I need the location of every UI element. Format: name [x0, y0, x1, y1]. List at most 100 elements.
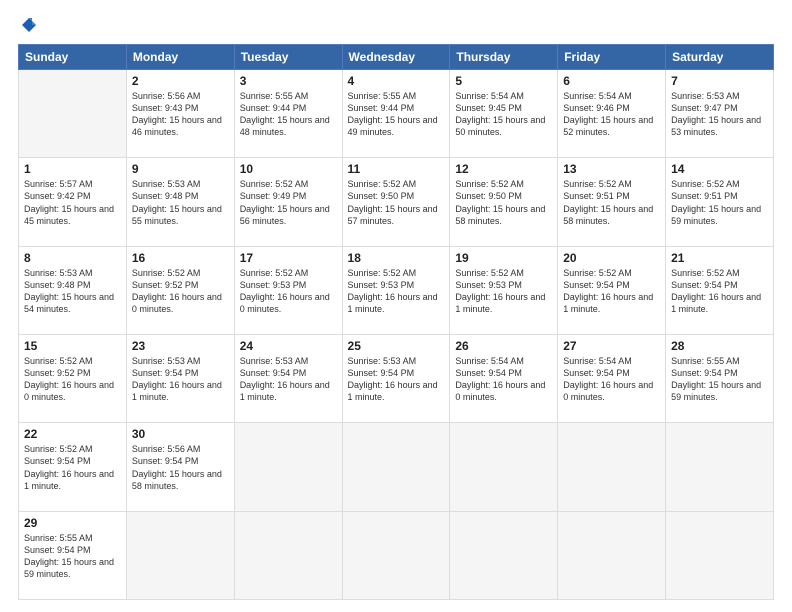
- calendar-day-cell: [19, 70, 127, 158]
- calendar-day-cell: 23Sunrise: 5:53 AMSunset: 9:54 PMDayligh…: [126, 334, 234, 422]
- calendar-day-cell: 8Sunrise: 5:53 AMSunset: 9:48 PMDaylight…: [19, 246, 127, 334]
- calendar-day-cell: 18Sunrise: 5:52 AMSunset: 9:53 PMDayligh…: [342, 246, 450, 334]
- day-info: Sunrise: 5:55 AMSunset: 9:54 PMDaylight:…: [24, 532, 121, 581]
- day-number: 5: [455, 74, 552, 88]
- day-info: Sunrise: 5:57 AMSunset: 9:42 PMDaylight:…: [24, 178, 121, 227]
- day-info: Sunrise: 5:52 AMSunset: 9:50 PMDaylight:…: [455, 178, 552, 227]
- day-info: Sunrise: 5:52 AMSunset: 9:51 PMDaylight:…: [671, 178, 768, 227]
- day-number: 15: [24, 339, 121, 353]
- day-info: Sunrise: 5:52 AMSunset: 9:53 PMDaylight:…: [348, 267, 445, 316]
- calendar-day-cell: 6 Sunrise: 5:54 AMSunset: 9:46 PMDaylight…: [558, 70, 666, 158]
- day-info: Sunrise: 5:54 AMSunset: 9:54 PMDaylight:…: [455, 355, 552, 404]
- day-info: Sunrise: 5:52 AMSunset: 9:49 PMDaylight:…: [240, 178, 337, 227]
- day-number: 22: [24, 427, 121, 441]
- day-info: Sunrise: 5:53 AMSunset: 9:54 PMDaylight:…: [348, 355, 445, 404]
- calendar-header-cell: Wednesday: [342, 45, 450, 70]
- calendar-week-row: 8Sunrise: 5:53 AMSunset: 9:48 PMDaylight…: [19, 246, 774, 334]
- calendar-day-cell: 25 Sunrise: 5:53 AMSunset: 9:54 PMDayligh…: [342, 334, 450, 422]
- calendar-header-cell: Saturday: [666, 45, 774, 70]
- day-number: 17: [240, 251, 337, 265]
- calendar-day-cell: 15Sunrise: 5:52 AMSunset: 9:52 PMDayligh…: [19, 334, 127, 422]
- calendar-day-cell: 14 Sunrise: 5:52 AMSunset: 9:51 PMDayligh…: [666, 158, 774, 246]
- day-number: 3: [240, 74, 337, 88]
- day-info: Sunrise: 5:53 AMSunset: 9:48 PMDaylight:…: [24, 267, 121, 316]
- calendar-day-cell: [234, 423, 342, 511]
- page: SundayMondayTuesdayWednesdayThursdayFrid…: [0, 0, 792, 612]
- day-number: 24: [240, 339, 337, 353]
- calendar-day-cell: 28 Sunrise: 5:55 AMSunset: 9:54 PMDayligh…: [666, 334, 774, 422]
- calendar-day-cell: 2Sunrise: 5:56 AMSunset: 9:43 PMDaylight…: [126, 70, 234, 158]
- day-info: Sunrise: 5:52 AMSunset: 9:53 PMDaylight:…: [240, 267, 337, 316]
- calendar-day-cell: 26 Sunrise: 5:54 AMSunset: 9:54 PMDayligh…: [450, 334, 558, 422]
- day-number: 6: [563, 74, 660, 88]
- header: [18, 16, 774, 34]
- day-info: Sunrise: 5:53 AMSunset: 9:48 PMDaylight:…: [132, 178, 229, 227]
- day-info: Sunrise: 5:52 AMSunset: 9:50 PMDaylight:…: [348, 178, 445, 227]
- day-info: Sunrise: 5:52 AMSunset: 9:51 PMDaylight:…: [563, 178, 660, 227]
- calendar-day-cell: 9 Sunrise: 5:53 AMSunset: 9:48 PMDaylight…: [126, 158, 234, 246]
- day-number: 29: [24, 516, 121, 530]
- day-info: Sunrise: 5:54 AMSunset: 9:45 PMDaylight:…: [455, 90, 552, 139]
- day-info: Sunrise: 5:53 AMSunset: 9:47 PMDaylight:…: [671, 90, 768, 139]
- calendar-day-cell: [126, 511, 234, 599]
- day-number: 20: [563, 251, 660, 265]
- day-number: 25: [348, 339, 445, 353]
- calendar-day-cell: 4Sunrise: 5:55 AMSunset: 9:44 PMDaylight…: [342, 70, 450, 158]
- day-info: Sunrise: 5:55 AMSunset: 9:44 PMDaylight:…: [240, 90, 337, 139]
- day-number: 21: [671, 251, 768, 265]
- calendar-day-cell: [558, 423, 666, 511]
- calendar-day-cell: 27 Sunrise: 5:54 AMSunset: 9:54 PMDayligh…: [558, 334, 666, 422]
- day-number: 28: [671, 339, 768, 353]
- calendar-day-cell: [342, 423, 450, 511]
- day-number: 13: [563, 162, 660, 176]
- calendar-day-cell: 19 Sunrise: 5:52 AMSunset: 9:53 PMDayligh…: [450, 246, 558, 334]
- day-info: Sunrise: 5:52 AMSunset: 9:54 PMDaylight:…: [24, 443, 121, 492]
- calendar-day-cell: [558, 511, 666, 599]
- day-info: Sunrise: 5:52 AMSunset: 9:53 PMDaylight:…: [455, 267, 552, 316]
- calendar-header-cell: Sunday: [19, 45, 127, 70]
- day-info: Sunrise: 5:53 AMSunset: 9:54 PMDaylight:…: [132, 355, 229, 404]
- day-number: 27: [563, 339, 660, 353]
- calendar-day-cell: 1 Sunrise: 5:57 AMSunset: 9:42 PMDaylight…: [19, 158, 127, 246]
- calendar-day-cell: [666, 423, 774, 511]
- day-info: Sunrise: 5:54 AMSunset: 9:54 PMDaylight:…: [563, 355, 660, 404]
- calendar-week-row: 22 Sunrise: 5:52 AMSunset: 9:54 PMDayligh…: [19, 423, 774, 511]
- calendar-day-cell: 13 Sunrise: 5:52 AMSunset: 9:51 PMDayligh…: [558, 158, 666, 246]
- calendar-day-cell: 29 Sunrise: 5:55 AMSunset: 9:54 PMDayligh…: [19, 511, 127, 599]
- day-number: 19: [455, 251, 552, 265]
- day-number: 14: [671, 162, 768, 176]
- calendar-header-row: SundayMondayTuesdayWednesdayThursdayFrid…: [19, 45, 774, 70]
- calendar-day-cell: [342, 511, 450, 599]
- calendar-table: SundayMondayTuesdayWednesdayThursdayFrid…: [18, 44, 774, 600]
- day-number: 4: [348, 74, 445, 88]
- calendar-week-row: 2Sunrise: 5:56 AMSunset: 9:43 PMDaylight…: [19, 70, 774, 158]
- day-number: 10: [240, 162, 337, 176]
- logo: [18, 16, 40, 34]
- calendar-day-cell: [234, 511, 342, 599]
- logo-icon: [20, 16, 38, 34]
- day-info: Sunrise: 5:54 AMSunset: 9:46 PMDaylight:…: [563, 90, 660, 139]
- calendar-day-cell: 7Sunrise: 5:53 AMSunset: 9:47 PMDaylight…: [666, 70, 774, 158]
- calendar-day-cell: 22 Sunrise: 5:52 AMSunset: 9:54 PMDayligh…: [19, 423, 127, 511]
- calendar-header-cell: Friday: [558, 45, 666, 70]
- calendar-body: 2Sunrise: 5:56 AMSunset: 9:43 PMDaylight…: [19, 70, 774, 600]
- day-info: Sunrise: 5:52 AMSunset: 9:52 PMDaylight:…: [132, 267, 229, 316]
- day-info: Sunrise: 5:55 AMSunset: 9:54 PMDaylight:…: [671, 355, 768, 404]
- calendar-week-row: 15Sunrise: 5:52 AMSunset: 9:52 PMDayligh…: [19, 334, 774, 422]
- calendar-day-cell: [450, 423, 558, 511]
- day-number: 11: [348, 162, 445, 176]
- calendar-day-cell: 21Sunrise: 5:52 AMSunset: 9:54 PMDayligh…: [666, 246, 774, 334]
- calendar-day-cell: 30Sunrise: 5:56 AMSunset: 9:54 PMDayligh…: [126, 423, 234, 511]
- day-number: 16: [132, 251, 229, 265]
- calendar-header-cell: Thursday: [450, 45, 558, 70]
- calendar-day-cell: 10 Sunrise: 5:52 AMSunset: 9:49 PMDayligh…: [234, 158, 342, 246]
- calendar-day-cell: 24Sunrise: 5:53 AMSunset: 9:54 PMDayligh…: [234, 334, 342, 422]
- day-number: 1: [24, 162, 121, 176]
- calendar-day-cell: [666, 511, 774, 599]
- day-number: 26: [455, 339, 552, 353]
- day-info: Sunrise: 5:52 AMSunset: 9:54 PMDaylight:…: [563, 267, 660, 316]
- day-info: Sunrise: 5:56 AMSunset: 9:54 PMDaylight:…: [132, 443, 229, 492]
- calendar-day-cell: 16 Sunrise: 5:52 AMSunset: 9:52 PMDayligh…: [126, 246, 234, 334]
- day-number: 9: [132, 162, 229, 176]
- day-number: 2: [132, 74, 229, 88]
